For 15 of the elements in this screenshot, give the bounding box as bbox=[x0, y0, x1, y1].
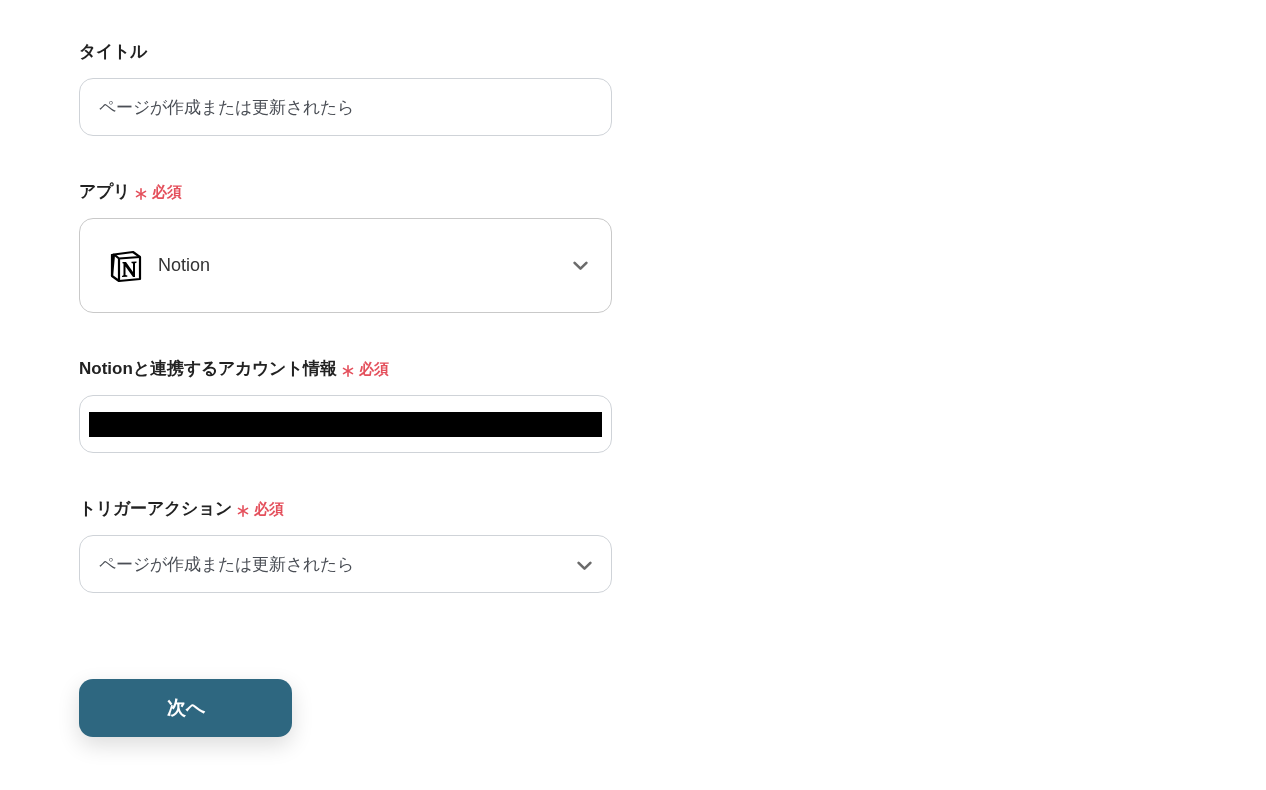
cube-n-icon bbox=[109, 248, 143, 283]
chevron-down-icon bbox=[577, 561, 592, 571]
trigger-select[interactable]: ページが作成または更新されたら bbox=[79, 535, 612, 593]
account-field[interactable] bbox=[79, 395, 612, 453]
required-label: 必須 bbox=[254, 499, 284, 519]
required-label: 必須 bbox=[152, 182, 182, 202]
next-button[interactable]: 次へ bbox=[79, 679, 292, 737]
field-label: Notionと連携するアカウント情報 bbox=[79, 358, 337, 380]
field-label: アプリ bbox=[79, 181, 130, 203]
chevron-down-icon bbox=[573, 260, 588, 271]
app-select[interactable]: Notion bbox=[79, 218, 612, 313]
title-input[interactable]: ページが作成または更新されたら bbox=[79, 78, 612, 136]
field-label: タイトル bbox=[79, 41, 147, 63]
field-label: トリガーアクション bbox=[79, 498, 232, 520]
required-label: 必須 bbox=[358, 359, 389, 379]
